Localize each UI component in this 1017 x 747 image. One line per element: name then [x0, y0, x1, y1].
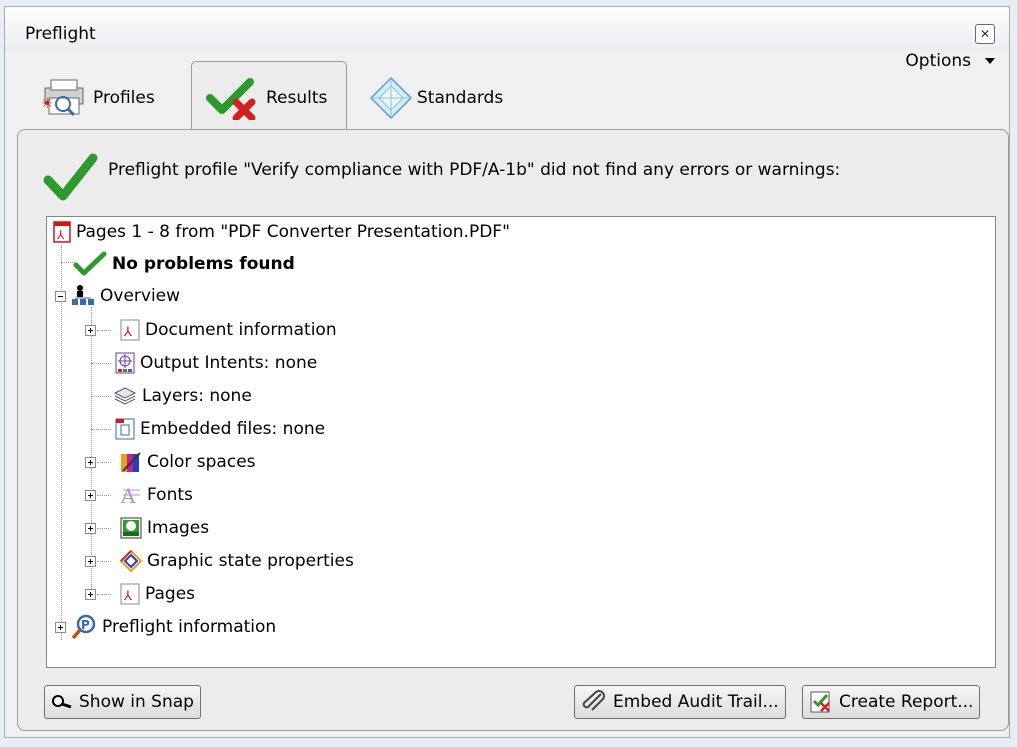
- tree-item-document-information[interactable]: ⅄ Document information: [85, 315, 337, 345]
- preflight-magnifier-icon: P: [71, 614, 97, 640]
- tree-item-images[interactable]: Images: [85, 513, 209, 543]
- tree-item-overview[interactable]: Overview: [55, 281, 180, 311]
- tree-item-pages[interactable]: ⅄ Pages: [85, 579, 195, 609]
- checkmark-icon: [73, 251, 107, 277]
- results-icon: [206, 76, 262, 120]
- tree-item-label: Fonts: [147, 485, 193, 505]
- tree-item-label: Layers: none: [142, 386, 252, 406]
- tree-item-label: Graphic state properties: [147, 551, 354, 571]
- tree-item-label: Preflight information: [102, 617, 277, 637]
- window-title: Preflight: [25, 24, 96, 44]
- svg-text:⅄: ⅄: [56, 228, 65, 242]
- collapse-toggle[interactable]: [55, 290, 66, 302]
- tab-standards-label: Standards: [417, 88, 504, 108]
- tab-strip: ☀ Profiles Results Standards: [5, 51, 1009, 133]
- expand-toggle[interactable]: [85, 324, 96, 336]
- create-report-label: Create Report...: [839, 692, 974, 712]
- diamond-icon: [369, 76, 413, 120]
- svg-text:⅄: ⅄: [123, 589, 132, 604]
- embedded-file-icon: [115, 418, 135, 440]
- embed-audit-trail-button[interactable]: Embed Audit Trail...: [574, 685, 786, 719]
- results-panel: Preflight profile "Verify compliance wit…: [17, 129, 1009, 731]
- expand-toggle[interactable]: [55, 621, 66, 633]
- tree-item-label: Images: [147, 518, 210, 538]
- magnifier-icon: [51, 694, 73, 710]
- tab-standards[interactable]: Standards: [361, 68, 511, 128]
- profiles-icon: ☀: [37, 78, 89, 118]
- show-in-snap-button[interactable]: Show in Snap: [44, 685, 201, 719]
- tab-profiles-label: Profiles: [93, 88, 155, 108]
- layers-icon: [113, 386, 137, 406]
- tree-item-layers[interactable]: Layers: none: [113, 381, 252, 411]
- tab-profiles[interactable]: ☀ Profiles: [29, 68, 163, 128]
- image-icon: [120, 517, 142, 539]
- tree-item-output-intents[interactable]: Output Intents: none: [115, 348, 317, 378]
- expand-toggle[interactable]: [85, 489, 96, 501]
- svg-text:⅄: ⅄: [123, 325, 132, 340]
- tab-results-label: Results: [266, 87, 328, 108]
- pdf-icon: ⅄: [53, 221, 71, 243]
- tree-item-label: No problems found: [112, 254, 295, 274]
- expand-toggle[interactable]: [85, 555, 96, 567]
- create-report-button[interactable]: Create Report...: [802, 685, 981, 719]
- tree-item-label: Pages: [145, 584, 196, 604]
- close-icon: ✕: [979, 27, 991, 41]
- fonts-icon: A: [120, 484, 142, 506]
- tree-line: [91, 429, 111, 430]
- tree-item-label: Embedded files: none: [140, 419, 326, 439]
- expand-toggle[interactable]: [85, 456, 96, 468]
- preflight-window: Preflight ✕ ☀ Profiles Results Standards…: [4, 6, 1010, 738]
- tree-item-embedded-files[interactable]: Embedded files: none: [115, 414, 325, 444]
- embed-audit-trail-label: Embed Audit Trail...: [613, 692, 779, 712]
- svg-text:P: P: [81, 618, 90, 632]
- tree-item-label: Pages 1 - 8 from "PDF Converter Presenta…: [76, 222, 510, 242]
- status-message: Preflight profile "Verify compliance wit…: [108, 160, 841, 180]
- svg-text:☀: ☀: [41, 96, 54, 112]
- expand-toggle[interactable]: [85, 522, 96, 534]
- tree-item-fonts[interactable]: A Fonts: [85, 480, 193, 510]
- pdf-icon: ⅄: [120, 583, 140, 605]
- tree-item-label: Output Intents: none: [140, 353, 318, 373]
- tree-item-no-problems[interactable]: No problems found: [73, 249, 295, 279]
- checkmark-icon: [43, 152, 99, 202]
- output-intent-icon: [115, 352, 135, 374]
- tree-line: [91, 363, 111, 364]
- report-icon: [809, 690, 833, 714]
- chevron-down-icon: [985, 58, 995, 64]
- tree-item-color-spaces[interactable]: Color spaces: [85, 447, 256, 477]
- tree-line: [91, 396, 111, 397]
- tree-item-preflight-information[interactable]: P Preflight information: [55, 612, 276, 642]
- pdf-icon: ⅄: [120, 319, 140, 341]
- tab-results[interactable]: Results: [191, 61, 347, 133]
- tree-item-root[interactable]: ⅄ Pages 1 - 8 from "PDF Converter Presen…: [53, 217, 510, 247]
- hierarchy-icon: [71, 285, 95, 307]
- paperclip-icon: [581, 690, 607, 714]
- color-spaces-icon: [120, 451, 142, 473]
- title-bar: Preflight ✕: [5, 7, 1009, 51]
- show-in-snap-label: Show in Snap: [79, 692, 194, 712]
- options-label: Options: [905, 51, 971, 71]
- tree-item-label: Overview: [100, 286, 181, 306]
- tree-item-label: Color spaces: [147, 452, 256, 472]
- tree-item-label: Document information: [145, 320, 337, 340]
- expand-toggle[interactable]: [85, 588, 96, 600]
- close-button[interactable]: ✕: [975, 24, 995, 44]
- results-tree[interactable]: ⅄ Pages 1 - 8 from "PDF Converter Presen…: [46, 216, 996, 668]
- tree-item-graphic-state[interactable]: Graphic state properties: [85, 546, 354, 576]
- graphic-state-icon: [120, 550, 142, 572]
- options-menu[interactable]: Options: [905, 51, 995, 71]
